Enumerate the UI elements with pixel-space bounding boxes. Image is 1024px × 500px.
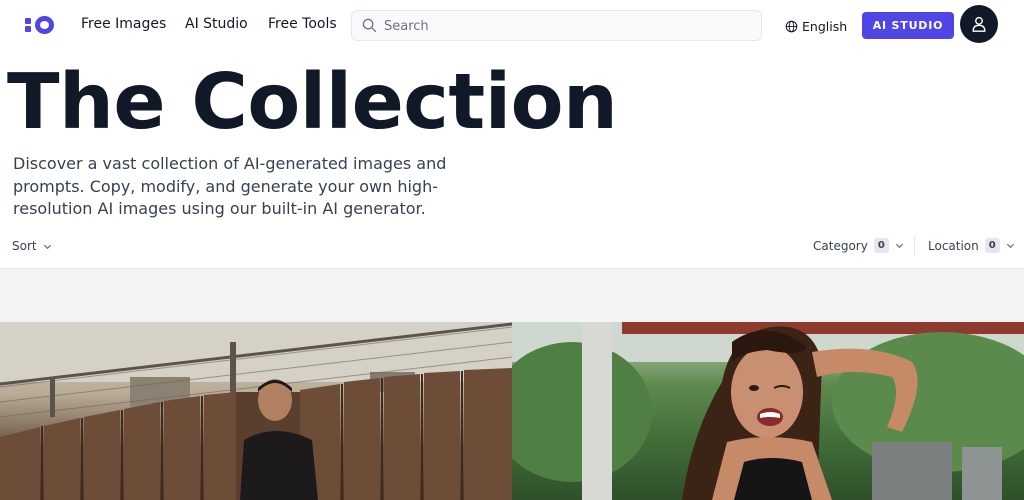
language-label: English (802, 18, 848, 34)
logo-ring (35, 16, 54, 34)
search-bar[interactable] (351, 10, 762, 41)
site-logo[interactable] (25, 16, 55, 34)
sort-label: Sort (12, 239, 37, 253)
nav-ai-studio[interactable]: AI Studio (185, 16, 248, 32)
chevron-down-icon (43, 244, 51, 249)
search-input[interactable] (384, 16, 744, 36)
location-label: Location (928, 238, 979, 253)
gallery-spacer (0, 268, 1024, 322)
language-selector[interactable]: English (785, 17, 847, 35)
globe-icon (785, 20, 798, 32)
gallery-image-woman-smiling[interactable] (512, 322, 1024, 500)
image-scene-fence (0, 322, 512, 500)
logo-dot-bottom (25, 26, 31, 32)
logo-dot-top (25, 18, 31, 24)
chevron-down-icon (895, 243, 903, 249)
ai-studio-button[interactable]: AI STUDIO (862, 12, 954, 39)
category-count-badge: 0 (873, 238, 889, 253)
nav-free-tools[interactable]: Free Tools (268, 16, 337, 32)
nav-free-images[interactable]: Free Images (81, 16, 166, 32)
page-description: Discover a vast collection of AI-generat… (13, 154, 447, 218)
search-icon (362, 18, 377, 33)
site-header: Free Images AI Studio Free Tools English… (0, 0, 1024, 50)
page-title: The Collection (7, 58, 618, 147)
user-icon (972, 16, 986, 32)
filter-divider (914, 236, 915, 256)
category-label: Category (813, 238, 868, 253)
image-scene-park (512, 322, 1024, 500)
chevron-down-icon (1006, 243, 1014, 249)
sort-dropdown[interactable]: Sort (12, 239, 52, 253)
location-count-badge: 0 (984, 238, 1000, 253)
location-filter[interactable]: Location 0 (928, 238, 1015, 253)
user-avatar-button[interactable] (960, 5, 998, 43)
gallery-image-man-fence[interactable] (0, 322, 512, 500)
category-filter[interactable]: Category 0 (813, 238, 904, 253)
